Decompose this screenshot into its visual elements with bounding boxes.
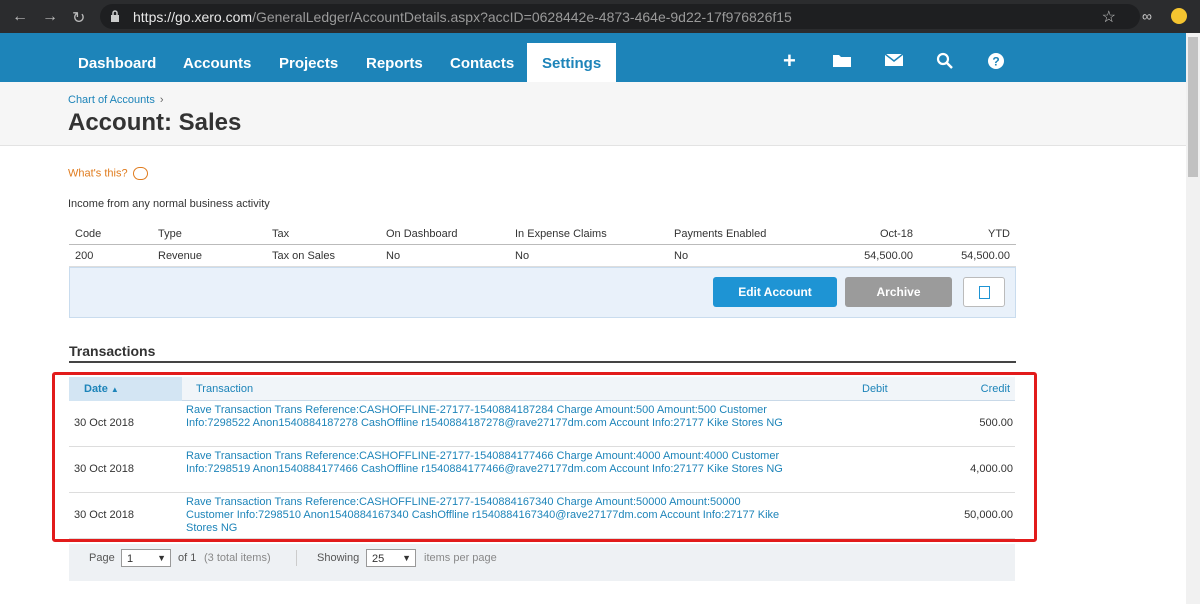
breadcrumb-chart-of-accounts[interactable]: Chart of Accounts (68, 94, 155, 106)
account-row: 200 Revenue Tax on Sales No No No 54,500… (69, 245, 1016, 267)
showing-label: Showing (317, 552, 360, 564)
cell-type: Revenue (158, 250, 203, 262)
account-summary-table: Code Type Tax On Dashboard In Expense Cl… (69, 223, 1016, 318)
account-description: Income from any normal business activity (68, 198, 270, 210)
speech-bubble-icon[interactable] (132, 167, 148, 180)
page-scrollbar[interactable] (1186, 33, 1200, 604)
copy-button[interactable] (963, 277, 1005, 307)
cell-in-expense-claims: No (515, 250, 530, 262)
red-highlight-box (52, 372, 1037, 542)
scrollbar-thumb[interactable] (1188, 37, 1198, 177)
copy-icon (979, 286, 990, 299)
nav-contacts[interactable]: Contacts (450, 33, 514, 82)
svg-text:?: ? (992, 55, 999, 69)
breadcrumb-separator: › (159, 94, 164, 106)
page-title: Account: Sales (68, 109, 242, 136)
col-in-expense-claims: In Expense Claims (515, 228, 607, 240)
forward-icon[interactable]: → (42, 8, 58, 26)
folder-icon[interactable] (832, 52, 852, 68)
account-table-header: Code Type Tax On Dashboard In Expense Cl… (69, 223, 1016, 245)
breadcrumb: Chart of Accounts › (68, 94, 164, 106)
chevron-down-icon: ▼ (402, 553, 411, 563)
mail-icon[interactable] (884, 52, 904, 68)
cell-code: 200 (75, 250, 94, 262)
page-select[interactable]: 1 ▼ (121, 549, 171, 567)
archive-button[interactable]: Archive (845, 277, 952, 307)
browser-toolbar: ← → ↻ https://go.xero.com/GeneralLedger/… (0, 0, 1200, 33)
whats-this-link[interactable]: What's this? (68, 167, 148, 180)
account-actions-panel: Edit Account Archive (69, 267, 1016, 318)
lock-icon (111, 10, 119, 22)
bookmark-star-icon[interactable]: ☆ (1102, 7, 1116, 27)
extension-icon[interactable]: ∞ (1142, 8, 1152, 24)
page-label: Page (89, 552, 115, 564)
cell-tax: Tax on Sales (272, 250, 335, 262)
plus-icon[interactable]: + (783, 48, 796, 74)
page-header: Chart of Accounts › Account: Sales (0, 82, 1186, 146)
help-icon[interactable]: ? (987, 52, 1005, 70)
nav-projects[interactable]: Projects (279, 33, 338, 82)
transactions-divider (69, 361, 1016, 363)
search-icon[interactable] (936, 52, 954, 70)
page-select-value: 1 (127, 553, 134, 565)
per-page-select[interactable]: 25 ▼ (366, 549, 416, 567)
col-tax: Tax (272, 228, 290, 240)
url-text: https://go.xero.com/GeneralLedger/Accoun… (133, 9, 792, 25)
cell-on-dashboard: No (386, 250, 401, 262)
transactions-heading: Transactions (69, 343, 156, 359)
col-on-dashboard: On Dashboard (386, 228, 458, 240)
pagination-bar: Page 1 ▼ of 1 (3 total items) Showing 25 ▼… (69, 544, 1015, 581)
col-type: Type (158, 228, 182, 240)
cell-payments-enabled: No (674, 250, 689, 262)
col-payments-enabled: Payments Enabled (674, 228, 767, 240)
page-of-label: of 1 (178, 552, 197, 564)
main-navigation: Dashboard Accounts Projects Reports Cont… (0, 33, 1186, 82)
chevron-down-icon: ▼ (157, 553, 166, 563)
nav-reports[interactable]: Reports (366, 33, 423, 82)
per-page-select-value: 25 (372, 553, 385, 565)
nav-accounts[interactable]: Accounts (183, 33, 251, 82)
whats-this-label[interactable]: What's this? (68, 167, 128, 179)
profile-avatar[interactable] (1171, 8, 1187, 24)
back-icon[interactable]: ← (12, 8, 28, 26)
cell-ytd: 54,500.00 (961, 250, 1010, 262)
col-oct-18: Oct-18 (879, 228, 913, 240)
nav-dashboard[interactable]: Dashboard (78, 33, 156, 82)
nav-settings[interactable]: Settings (527, 43, 617, 82)
col-code: Code (75, 228, 102, 240)
col-ytd: YTD (988, 228, 1010, 240)
per-page-label: items per page (424, 552, 497, 564)
pager-divider (296, 550, 297, 566)
address-bar[interactable]: https://go.xero.com/GeneralLedger/Accoun… (100, 4, 1140, 29)
total-items-label: (3 total items) (204, 552, 271, 564)
reload-icon[interactable]: ↻ (72, 8, 85, 28)
edit-account-button[interactable]: Edit Account (713, 277, 837, 307)
cell-oct-18: 54,500.00 (864, 250, 913, 262)
